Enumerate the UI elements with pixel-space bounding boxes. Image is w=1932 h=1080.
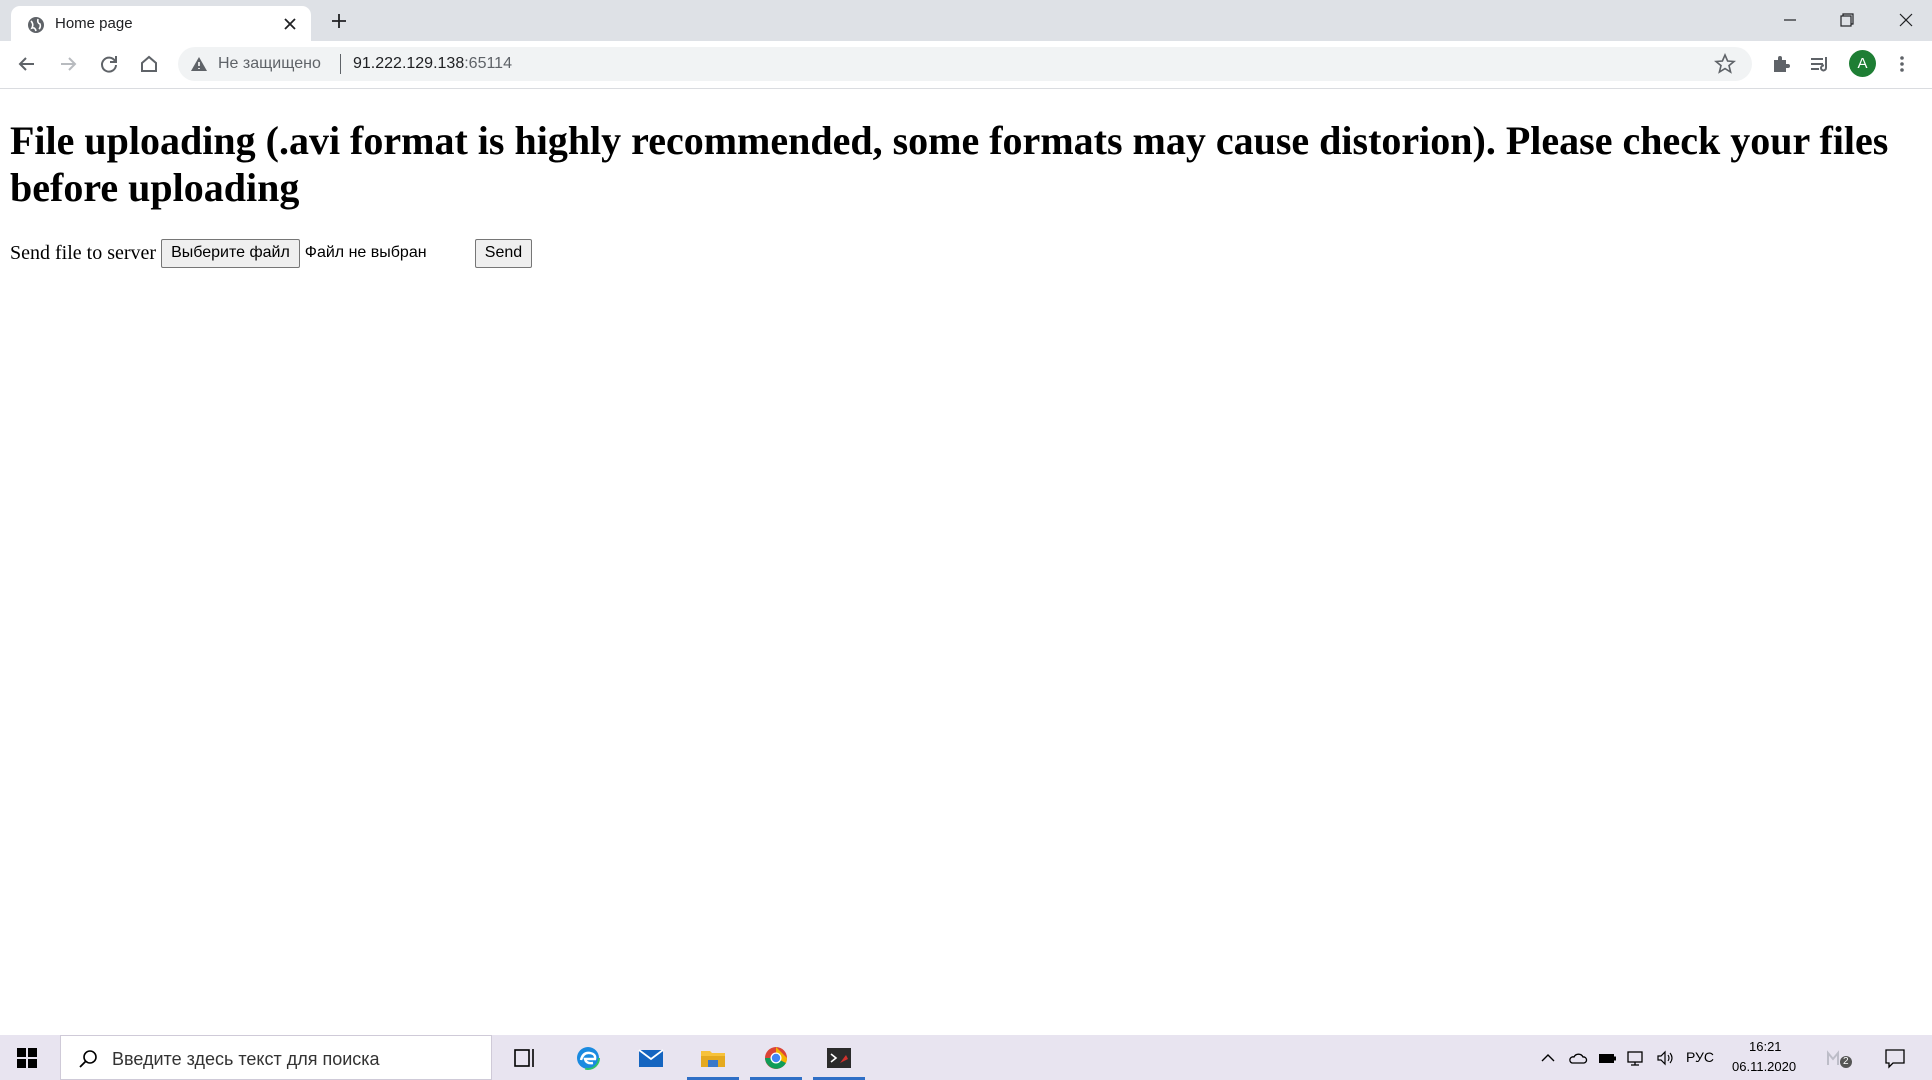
edge-icon	[576, 1046, 600, 1070]
terminal-icon	[827, 1048, 851, 1068]
profile-avatar[interactable]: A	[1849, 50, 1876, 77]
send-button[interactable]: Send	[474, 238, 533, 268]
security-label[interactable]: Не защищено	[218, 55, 321, 73]
edge-app[interactable]	[560, 1035, 616, 1080]
address-bar[interactable]: Не защищено 91.222.129.138:65114	[178, 47, 1752, 81]
notification-count: 2	[1843, 1056, 1849, 1067]
home-icon[interactable]	[136, 51, 162, 77]
new-tab-icon[interactable]	[328, 10, 350, 32]
taskbar-search-box[interactable]: Введите здесь текст для поиска	[60, 1035, 492, 1080]
mail-app[interactable]	[623, 1035, 679, 1080]
page-heading: File uploading (.avi format is highly re…	[10, 118, 1889, 210]
address-divider	[340, 54, 341, 74]
network-icon[interactable]	[1626, 1048, 1646, 1068]
browser-toolbar: Не защищено 91.222.129.138:65114 A	[0, 41, 1932, 89]
upload-form: Send file to server Выберите файл Файл н…	[10, 238, 533, 268]
file-explorer-app[interactable]	[685, 1035, 741, 1080]
warning-icon[interactable]	[190, 56, 208, 72]
upload-label: Send file to server	[10, 241, 157, 264]
chrome-icon	[765, 1047, 788, 1069]
media-queue-icon[interactable]	[1807, 51, 1833, 77]
mail-icon	[638, 1049, 664, 1067]
clock-time[interactable]: 16:21	[1749, 1039, 1782, 1054]
clock-date[interactable]: 06.11.2020	[1732, 1059, 1796, 1074]
chevron-up-icon[interactable]	[1538, 1048, 1558, 1068]
menu-kebab-icon[interactable]	[1889, 51, 1915, 77]
terminal-app[interactable]	[811, 1035, 867, 1080]
battery-icon[interactable]	[1597, 1048, 1617, 1068]
forward-icon[interactable]	[55, 51, 81, 77]
folder-icon	[701, 1051, 725, 1067]
file-status-text: Файл не выбран	[304, 244, 427, 261]
taskbar: Введите здесь текст для поиска РУС 16:21…	[0, 1035, 1932, 1080]
back-icon[interactable]	[14, 51, 40, 77]
tab-title: Home page	[55, 15, 133, 32]
task-view-icon	[514, 1049, 534, 1067]
language-indicator[interactable]: РУС	[1686, 1049, 1714, 1065]
minimize-icon[interactable]	[1777, 7, 1803, 33]
reload-icon[interactable]	[96, 51, 122, 77]
close-window-icon[interactable]	[1893, 7, 1919, 33]
restore-icon[interactable]	[1834, 7, 1860, 33]
extensions-icon[interactable]	[1768, 51, 1794, 77]
windows-start-icon[interactable]	[16, 1047, 38, 1069]
page-content: File uploading (.avi format is highly re…	[0, 89, 1932, 1035]
url-host: 91.222.129.138	[353, 55, 465, 72]
bookmark-star-icon[interactable]	[1714, 53, 1736, 75]
volume-icon[interactable]	[1655, 1048, 1675, 1068]
action-center-icon[interactable]	[1884, 1047, 1906, 1069]
chrome-app[interactable]	[748, 1035, 804, 1080]
globe-icon	[28, 17, 44, 33]
onedrive-icon[interactable]	[1568, 1048, 1588, 1068]
close-tab-icon[interactable]	[281, 15, 299, 33]
url-port: :65114	[464, 55, 512, 72]
choose-file-button[interactable]: Выберите файл	[161, 238, 300, 268]
url-text[interactable]: 91.222.129.138:65114	[353, 55, 512, 73]
search-icon	[79, 1050, 97, 1068]
browser-tab[interactable]: Home page	[11, 6, 311, 41]
tab-strip: Home page	[0, 0, 1932, 41]
task-view-button[interactable]	[497, 1035, 553, 1080]
search-placeholder: Введите здесь текст для поиска	[112, 1049, 380, 1069]
